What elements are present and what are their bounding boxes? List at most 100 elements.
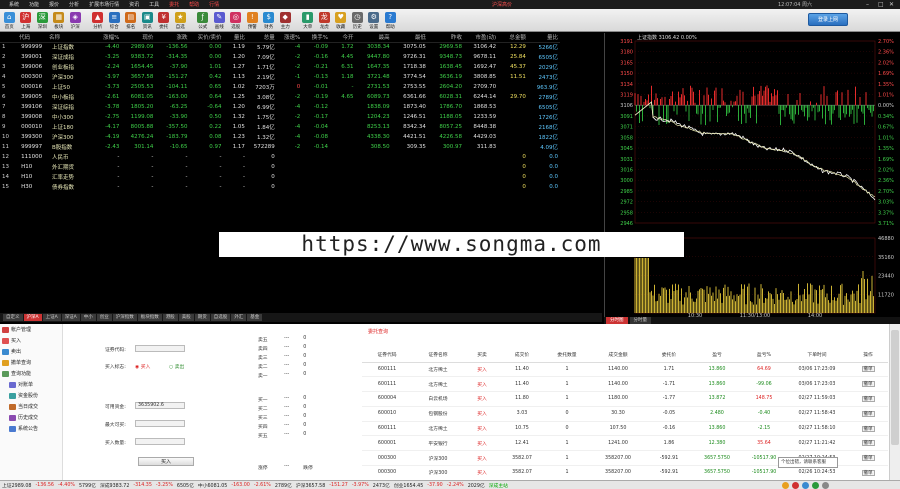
code-input[interactable] [135, 345, 185, 352]
toolbar-button-help[interactable]: ? 帮助 [382, 9, 399, 32]
market-tab[interactable]: 沪深指数 [112, 314, 137, 321]
cancel-order-button[interactable]: 撤单 [861, 455, 875, 462]
scrollbar-thumb[interactable] [891, 330, 899, 445]
order-row[interactable]: 600010 包钢股份 买入 3.03 0 30.30 -0.05 2.480 -0.40 02/… [362, 406, 888, 422]
order-row[interactable]: 600001 平安银行 买入 12.41 1 1241.00 1.86 12.380 35.64… [362, 435, 888, 452]
quote-row[interactable]: 1 999999 上证指数 -4.40 2989.09 -136.56 0.00 1.19 5.… [0, 42, 560, 52]
menu-item[interactable]: 委托 [164, 1, 184, 8]
trade-nav-item[interactable]: 买入 [0, 335, 62, 346]
menu-item[interactable]: 功能 [24, 1, 44, 8]
quantity-input[interactable] [135, 438, 185, 445]
column-header[interactable]: 总量 [246, 33, 277, 43]
cancel-order-button[interactable]: 撤单 [861, 366, 875, 373]
quote-row[interactable]: 9 000010 上证180 -4.17 8005.88 -357.50 0.22 1.05 1… [0, 122, 560, 132]
column-header[interactable]: 涨幅% [91, 33, 122, 43]
column-header[interactable]: 涨速% [276, 33, 303, 43]
cancel-order-button[interactable]: 撤单 [861, 469, 875, 476]
trade-nav-item[interactable]: 查询功能 [0, 368, 62, 379]
market-tab[interactable]: 期货 [194, 314, 210, 321]
toolbar-button-analysis[interactable]: ▲ 分析 [90, 9, 107, 32]
toolbar-button-favorite[interactable]: ♥ 收藏 [333, 9, 350, 32]
quote-row[interactable]: 5 000016 上证50 -3.73 2505.53 -104.11 0.65 1.02 72… [0, 82, 560, 92]
order-row[interactable]: 600111 北方稀土 买入 10.75 0 107.50 -0.16 13.860 -2.15… [362, 421, 888, 437]
status-tray-icon[interactable] [822, 482, 829, 489]
quote-row[interactable]: 13 H10 外汇期货 - - - - - 0 0 0.0 [0, 162, 560, 172]
market-tab[interactable]: 自选股 [210, 314, 231, 321]
quote-row[interactable]: 8 399008 中小300 -2.75 1199.08 -33.90 0.50 1.32 1.… [0, 112, 560, 122]
toolbar-button-main[interactable]: ◆ 主力 [277, 9, 294, 32]
toolbar-button-sz[interactable]: 深深圳 [34, 9, 51, 32]
market-tab[interactable]: 深证A [61, 314, 80, 321]
menu-item[interactable]: 分析 [64, 1, 84, 8]
trade-nav-item[interactable]: 对账单 [0, 379, 62, 390]
menu-item[interactable]: 工具 [144, 1, 164, 8]
column-header[interactable]: 量比 [527, 33, 560, 43]
quote-row[interactable]: 7 399106 深证综指 -3.78 1805.20 -63.25 -0.64 1.20 6.… [0, 102, 560, 112]
toolbar-button-sector[interactable]: ▦ 板块 [51, 9, 68, 32]
window-close-button[interactable]: ✕ [889, 1, 894, 8]
toolbar-button-alert[interactable]: ! 预警 [244, 9, 261, 32]
order-row[interactable]: 600111 北方稀土 买入 11.40 1 1140.00 -1.71 13.860 -99.… [362, 376, 888, 393]
menu-item[interactable]: 行情 [204, 1, 224, 8]
toolbar-button-dragon[interactable]: 龙龙虎 [316, 9, 333, 32]
market-tab[interactable]: 沪深A [23, 314, 42, 321]
market-tab[interactable]: 板块指数 [137, 314, 162, 321]
cancel-order-button[interactable]: 撤单 [861, 381, 875, 388]
column-header[interactable]: 量比 [223, 33, 247, 43]
quote-row[interactable]: 15 H30 债券指数 - - - - - 0 0 0.0 [0, 182, 560, 192]
column-header[interactable]: 最低 [391, 33, 428, 43]
trade-nav-item[interactable]: 资金股份 [0, 390, 62, 401]
column-header[interactable]: 代码 [19, 33, 49, 43]
menu-item[interactable]: 资讯 [124, 1, 144, 8]
toolbar-button-bigorder[interactable]: ▮ 大单 [300, 9, 317, 32]
menu-item[interactable]: 帮助 [184, 1, 204, 8]
quote-row[interactable]: 12 111000 人民币 - - - - - 0 0 0.0 [0, 152, 560, 162]
toolbar-button-formula[interactable]: ƒ 公式 [195, 9, 212, 32]
trade-nav-item[interactable]: 撤单查询 [0, 357, 62, 368]
market-tab[interactable]: 中小 [80, 314, 96, 321]
toolbar-button-summary[interactable]: ≡ 综合 [106, 9, 123, 32]
quote-row[interactable]: 14 H10 汇率走势 - - - - - 0 0 0.0 [0, 172, 560, 182]
trade-nav-item[interactable]: 系统公告 [0, 423, 62, 434]
submit-order-button[interactable]: 买入 [138, 457, 194, 466]
toolbar-button-draw[interactable]: ✎ 画线 [211, 9, 228, 32]
column-header[interactable] [0, 33, 20, 43]
market-tab[interactable]: 上证A [42, 314, 61, 321]
toolbar-button-select[interactable]: ◎ 选股 [228, 9, 245, 32]
order-row[interactable]: 600111 北方稀土 买入 11.40 1 1140.00 1.71 13.860 64.69… [362, 362, 888, 378]
toolbar-button-news[interactable]: ▣ 资讯 [139, 9, 156, 32]
cancel-order-button[interactable]: 撤单 [861, 395, 875, 402]
menu-item[interactable]: 报价 [44, 1, 64, 8]
order-row[interactable]: 600004 白云机场 买入 11.80 1 1180.00 -1.77 13.872 148.… [362, 391, 888, 407]
quote-row[interactable]: 10 399300 沪深300 -4.19 4276.24 -183.79 0.08 1.23… [0, 132, 560, 142]
market-tab[interactable]: 基金 [247, 314, 263, 321]
column-header[interactable]: 现价 [121, 33, 156, 43]
toolbar-button-finance[interactable]: $ 财务 [261, 9, 278, 32]
toolbar-button-history[interactable]: ◷ 历史 [349, 9, 366, 32]
quote-row[interactable]: 6 399005 中小板指 -2.61 6081.05 -163.00 0.64 1.25 3.… [0, 92, 560, 102]
column-header[interactable]: 今开 [329, 33, 356, 43]
market-tab[interactable]: 美股 [178, 314, 194, 321]
column-header[interactable]: 最高 [355, 33, 392, 43]
toolbar-button-trade[interactable]: ¥ 委托 [156, 9, 173, 32]
toolbar-button-settings[interactable]: ⚙ 设置 [366, 9, 383, 32]
orders-scrollbar[interactable] [889, 324, 900, 480]
column-header[interactable]: 总金额 [498, 33, 528, 43]
column-header[interactable]: 换手% [302, 33, 330, 43]
column-header[interactable]: 名称 [48, 33, 92, 43]
quote-row[interactable]: 2 399001 深证成指 -3.25 9383.72 -314.35 0.00 1.20 7.… [0, 52, 560, 62]
column-header[interactable]: 市盈(动) [464, 33, 499, 43]
window-min-button[interactable]: – [866, 1, 869, 8]
toolbar-button-rank[interactable]: ▤ 排名 [123, 9, 140, 32]
chart-tab[interactable]: 分时量 [629, 317, 651, 324]
market-tab[interactable]: 创业 [96, 314, 112, 321]
status-tray-icon[interactable] [812, 482, 819, 489]
cancel-order-button[interactable]: 撤单 [861, 425, 875, 432]
sell-radio[interactable]: ○ 卖出 [169, 363, 184, 370]
quote-row[interactable]: 4 000300 沪深300 -3.97 3657.58 -151.27 0.42 1.13 2… [0, 72, 560, 82]
menu-item[interactable]: 系统 [4, 1, 24, 8]
intraday-chart[interactable]: 3191 2.70% 3180 2.36% 3165 2.02% 3150 1.69% 3134… [605, 33, 900, 319]
trade-nav-item[interactable]: 当日成交 [0, 401, 62, 412]
column-header[interactable]: 涨跌 [155, 33, 190, 43]
market-tab[interactable]: 自定义 [3, 314, 23, 321]
